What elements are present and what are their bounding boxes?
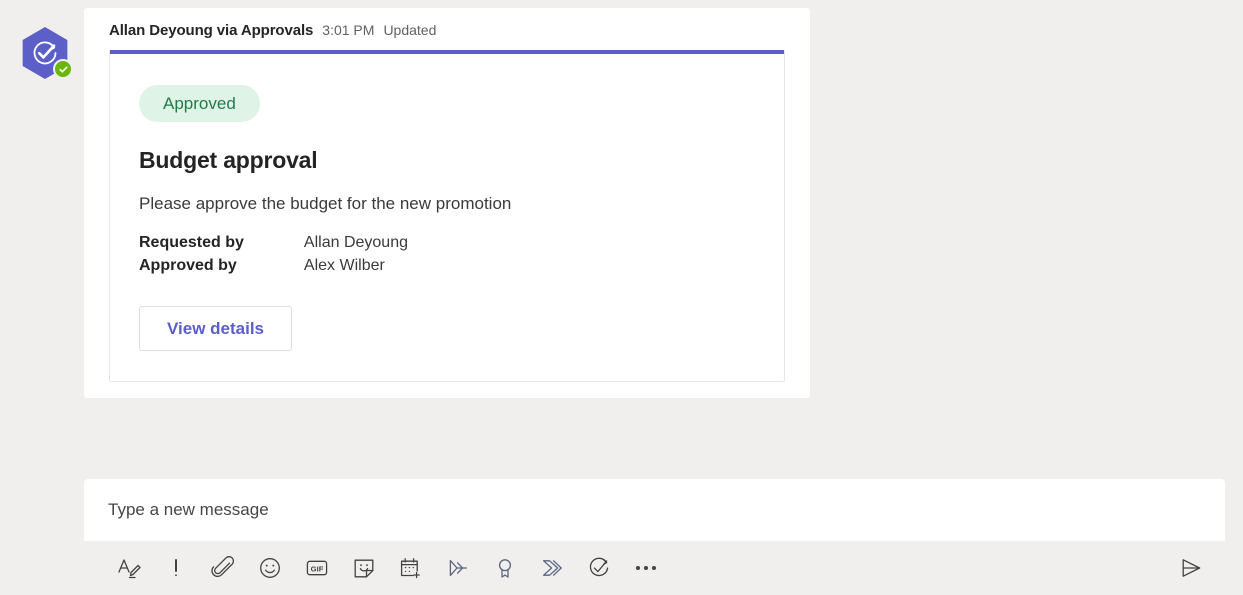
card-fact-set: Requested by Allan Deyoung Approved by A…	[139, 234, 408, 280]
card-title: Budget approval	[139, 147, 318, 173]
svg-text:GIF: GIF	[310, 564, 323, 573]
message-row: Allan Deyoung via Approvals 3:01 PM Upda…	[0, 0, 1243, 450]
send-button[interactable]	[1171, 548, 1211, 588]
ellipsis-glyph	[635, 566, 656, 570]
fact-label: Approved by	[139, 257, 237, 274]
check-icon	[58, 65, 68, 73]
message-author: Allan Deyoung via Approvals	[109, 22, 314, 39]
fact-value: Alex Wilber	[303, 257, 385, 274]
sticker-icon[interactable]	[340, 548, 387, 588]
presence-badge-available	[53, 59, 73, 79]
more-options-icon[interactable]	[622, 548, 669, 588]
compose-toolbar: GIF	[84, 545, 1225, 591]
message-input[interactable]	[84, 479, 1225, 541]
attach-icon[interactable]	[199, 548, 246, 588]
card-description: Please approve the budget for the new pr…	[139, 194, 512, 213]
important-icon[interactable]	[152, 548, 199, 588]
message-timestamp: 3:01 PM	[322, 22, 375, 38]
send-icon	[1182, 559, 1201, 577]
fact-label: Requested by	[139, 234, 244, 251]
schedule-meeting-icon[interactable]	[387, 548, 434, 588]
approval-card: Approved Budget approval Please approve …	[109, 50, 785, 382]
avatar	[19, 27, 73, 79]
emoji-icon[interactable]	[246, 548, 293, 588]
message-body: Allan Deyoung via Approvals 3:01 PM Upda…	[84, 8, 810, 398]
fact-row: Requested by Allan Deyoung	[139, 234, 408, 257]
forms-icon[interactable]	[528, 548, 575, 588]
approvals-icon[interactable]	[575, 548, 622, 588]
compose-tool-icons: GIF	[84, 548, 669, 588]
status-badge: Approved	[139, 85, 260, 122]
card-content: Approved Budget approval Please approve …	[110, 54, 784, 381]
message-status: Updated	[383, 22, 437, 38]
fact-row: Approved by Alex Wilber	[139, 257, 408, 280]
gif-icon[interactable]: GIF	[293, 548, 340, 588]
compose-box[interactable]	[84, 479, 1225, 541]
fact-value: Allan Deyoung	[303, 234, 408, 251]
praise-icon[interactable]	[481, 548, 528, 588]
format-icon[interactable]	[105, 548, 152, 588]
stream-icon[interactable]	[434, 548, 481, 588]
message-header: Allan Deyoung via Approvals 3:01 PM Upda…	[109, 22, 796, 50]
view-details-button[interactable]: View details	[139, 306, 293, 351]
